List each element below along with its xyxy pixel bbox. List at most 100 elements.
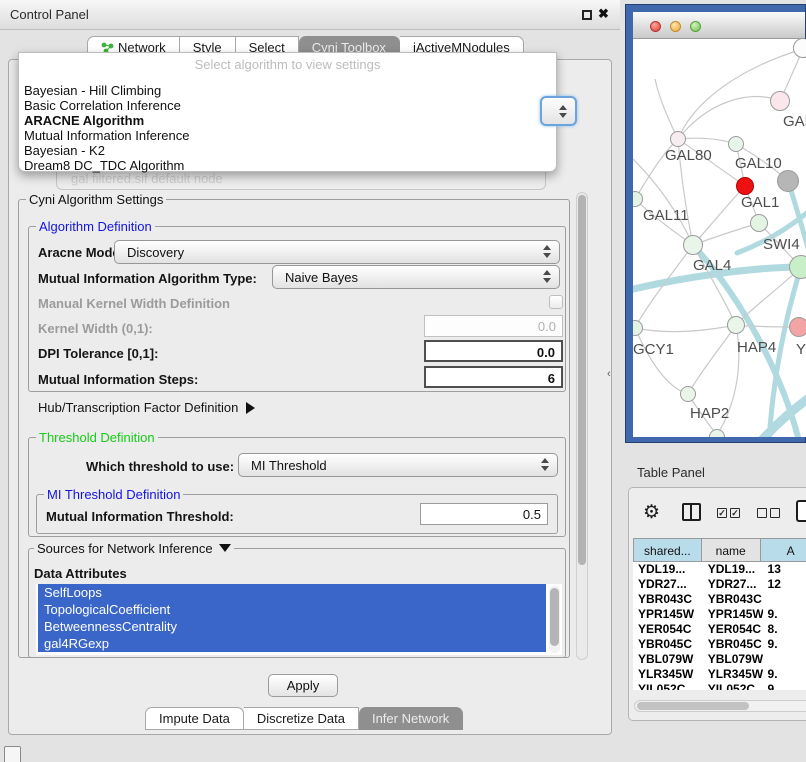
tab-impute-data[interactable]: Impute Data: [145, 707, 244, 730]
list-scrollbar[interactable]: [549, 586, 560, 653]
list-item[interactable]: TopologicalCoefficient: [38, 601, 546, 618]
hub-definition-label: Hub/Transcription Factor Definition: [38, 400, 238, 415]
unchecked-box-icon[interactable]: [770, 508, 780, 518]
network-window: GAL GAL80 GAL10 GAL1 SWI4 GAL11 GAL4 GCY…: [625, 4, 806, 443]
manual-kernel-width-checkbox[interactable]: [549, 295, 563, 309]
menu-item[interactable]: Basic Correlation Inference: [24, 98, 181, 113]
network-node[interactable]: [789, 317, 806, 337]
list-scrollbar-thumb[interactable]: [550, 588, 559, 646]
sources-label: Sources for Network Inference: [37, 541, 213, 556]
algorithm-combobox-fragment[interactable]: [540, 96, 577, 126]
gear-icon[interactable]: ⚙: [643, 501, 660, 524]
node-label: GCY1: [633, 341, 674, 358]
algorithm-dropdown-hint: Select algorithm to view settings: [19, 57, 556, 72]
tab-infer-network[interactable]: Infer Network: [359, 707, 463, 730]
network-node[interactable]: [777, 170, 799, 192]
cell: 9.: [763, 637, 806, 652]
dpi-tolerance-input[interactable]: 0.0: [424, 340, 563, 362]
screen: Control Panel ✖ Network Style Select Cyn…: [0, 0, 806, 762]
table-panel-title: Table Panel: [637, 465, 705, 480]
menu-item[interactable]: Mutual Information Inference: [24, 128, 189, 143]
column-header[interactable]: name: [702, 538, 761, 562]
which-threshold-combobox[interactable]: MI Threshold: [238, 453, 558, 477]
list-item[interactable]: BetweennessCentrality: [38, 618, 546, 635]
checked-box-icon[interactable]: ✓: [730, 508, 740, 518]
data-attributes-label: Data Attributes: [34, 566, 127, 581]
float-panel-icon[interactable]: [582, 10, 592, 20]
network-node-selected[interactable]: [736, 177, 754, 195]
menu-item[interactable]: Dream8 DC_TDC Algorithm: [24, 158, 184, 173]
column-header[interactable]: shared...: [633, 538, 702, 562]
table-row[interactable]: YIL052CYIL052C9: [633, 682, 806, 690]
panel-divider-handle[interactable]: ‹: [607, 368, 611, 380]
mi-algorithm-type-label: Mutual Information Algorithm Type:: [38, 271, 257, 286]
checked-box-icon[interactable]: ✓: [717, 508, 727, 518]
network-tab-icon: [101, 39, 114, 51]
column-header[interactable]: A: [761, 538, 806, 562]
tab-discretize-data-label: Discretize Data: [257, 711, 345, 726]
settings-scrollbar-thumb[interactable]: [578, 195, 586, 565]
cell: YBL079W: [703, 652, 763, 667]
collapse-arrow-icon: [219, 544, 231, 552]
network-node[interactable]: [670, 131, 686, 147]
table-row[interactable]: YDR27...YDR27...12: [633, 577, 806, 592]
close-panel-icon[interactable]: ✖: [598, 6, 609, 22]
network-node[interactable]: [683, 235, 703, 255]
minimize-window-icon[interactable]: [670, 21, 681, 32]
mi-algorithm-type-value: Naive Bayes: [285, 270, 358, 285]
network-window-titlebar[interactable]: [633, 12, 805, 39]
data-attributes-list: SelfLoops TopologicalCoefficient Between…: [36, 584, 562, 655]
aracne-mode-label: Aracne Mode:: [38, 245, 124, 260]
network-node[interactable]: [770, 91, 790, 111]
cell: YDL19...: [703, 562, 763, 577]
spinner-icon: [559, 105, 568, 118]
aracne-mode-combobox[interactable]: Discovery: [114, 240, 560, 264]
close-window-icon[interactable]: [650, 21, 661, 32]
cell: [763, 592, 806, 607]
table-row[interactable]: YBL079WYBL079W: [633, 652, 806, 667]
mutual-information-threshold-input[interactable]: 0.5: [420, 503, 548, 525]
apply-button[interactable]: Apply: [268, 674, 338, 697]
table-row[interactable]: YBR045CYBR045C9.: [633, 637, 806, 652]
network-node[interactable]: [680, 386, 696, 402]
table-row[interactable]: YDL19...YDL19...13: [633, 562, 806, 577]
network-node[interactable]: [750, 214, 768, 232]
which-threshold-value: MI Threshold: [251, 458, 327, 473]
hub-definition-toggle[interactable]: Hub/Transcription Factor Definition: [38, 400, 255, 415]
network-node[interactable]: [728, 136, 744, 152]
cell: 8.: [763, 622, 806, 637]
cell: YIL052C: [633, 682, 703, 690]
menu-item[interactable]: Bayesian - Hill Climbing: [24, 83, 161, 98]
table-horizontal-scrollbar[interactable]: [634, 700, 806, 712]
tab-discretize-data[interactable]: Discretize Data: [244, 707, 359, 730]
list-item[interactable]: SelfLoops: [38, 584, 546, 601]
list-item[interactable]: gal4RGexp: [38, 635, 546, 652]
table-scrollbar-thumb[interactable]: [637, 702, 749, 710]
spinner-icon: [541, 458, 550, 471]
cell: YPR145W: [703, 607, 763, 622]
table-row[interactable]: YPR145WYPR145W9.: [633, 607, 806, 622]
mi-steps-input[interactable]: 6: [424, 366, 563, 388]
table-row[interactable]: YER054CYER054C8.: [633, 622, 806, 637]
node-label: SWI4: [763, 236, 800, 253]
network-source-value: gal filtered.sif default node: [71, 171, 223, 186]
settings-scrollbar[interactable]: [576, 192, 588, 660]
menu-item-selected[interactable]: ARACNE Algorithm: [24, 113, 144, 128]
unchecked-box-icon[interactable]: [757, 508, 767, 518]
function-builder-icon[interactable]: [796, 500, 806, 522]
tool-panel-grip[interactable]: [4, 746, 21, 762]
cell: YER054C: [633, 622, 703, 637]
network-canvas[interactable]: GAL GAL80 GAL10 GAL1 SWI4 GAL11 GAL4 GCY…: [633, 39, 806, 437]
sources-toggle[interactable]: Sources for Network Inference: [34, 541, 234, 556]
mi-algorithm-type-combobox[interactable]: Naive Bayes: [272, 265, 560, 289]
expand-arrow-icon: [246, 402, 255, 414]
menu-item[interactable]: Bayesian - K2: [24, 143, 105, 158]
table-row[interactable]: YLR345WYLR345W9.: [633, 667, 806, 682]
cell: YLR345W: [633, 667, 703, 682]
table-row[interactable]: YBR043CYBR043C: [633, 592, 806, 607]
maximize-window-icon[interactable]: [690, 21, 701, 32]
network-node[interactable]: [789, 255, 806, 279]
columns-icon[interactable]: [682, 503, 701, 521]
network-node[interactable]: [727, 316, 745, 334]
kernel-width-input[interactable]: 0.0: [424, 315, 563, 337]
